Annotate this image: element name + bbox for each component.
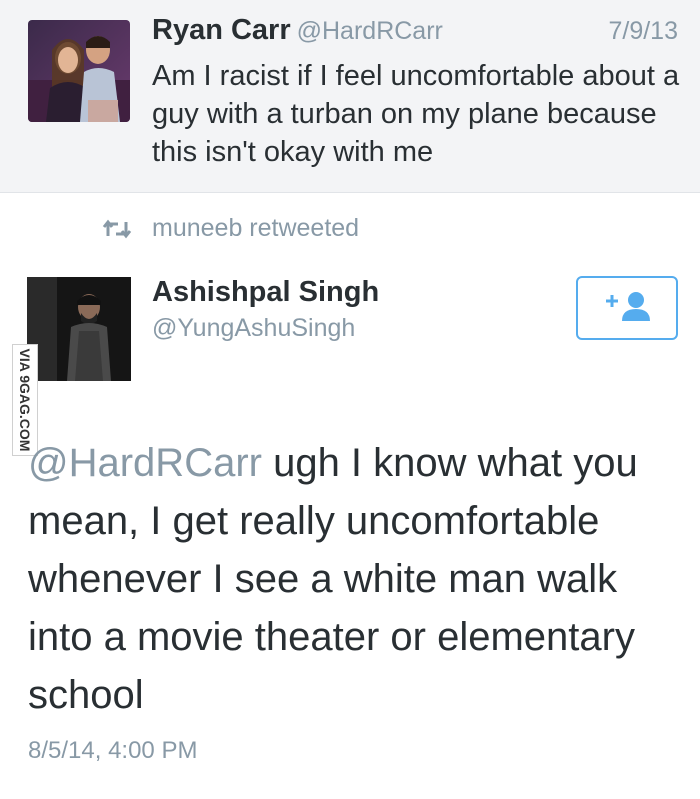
- mention-link[interactable]: @HardRCarr: [28, 441, 262, 485]
- author-name-text[interactable]: Ryan Carr: [152, 14, 291, 46]
- tweet-text: Am I racist if I feel uncomfortable abou…: [152, 60, 680, 168]
- tweet-date[interactable]: 7/9/13: [608, 17, 678, 46]
- follow-button[interactable]: [576, 276, 678, 340]
- reply-author-name[interactable]: Ashishpal Singh: [152, 276, 379, 309]
- retweet-context: muneeb retweeted: [102, 214, 359, 243]
- author-handle[interactable]: @HardRCarr: [297, 17, 443, 45]
- avatar[interactable]: [28, 20, 130, 122]
- follow-user-icon: [600, 289, 654, 328]
- reply-tweet-text: @HardRCarr ugh I know what you mean, I g…: [28, 434, 688, 724]
- retweet-label[interactable]: muneeb retweeted: [152, 214, 359, 243]
- reply-timestamp[interactable]: 8/5/14, 4:00 PM: [28, 737, 197, 765]
- author-name[interactable]: Ryan Carr @HardRCarr: [152, 14, 443, 47]
- reply-author-handle[interactable]: @YungAshuSingh: [152, 314, 355, 343]
- original-tweet[interactable]: Ryan Carr @HardRCarr 7/9/13 Am I racist i…: [0, 0, 700, 193]
- avatar[interactable]: [27, 277, 131, 381]
- retweet-icon: [102, 218, 132, 240]
